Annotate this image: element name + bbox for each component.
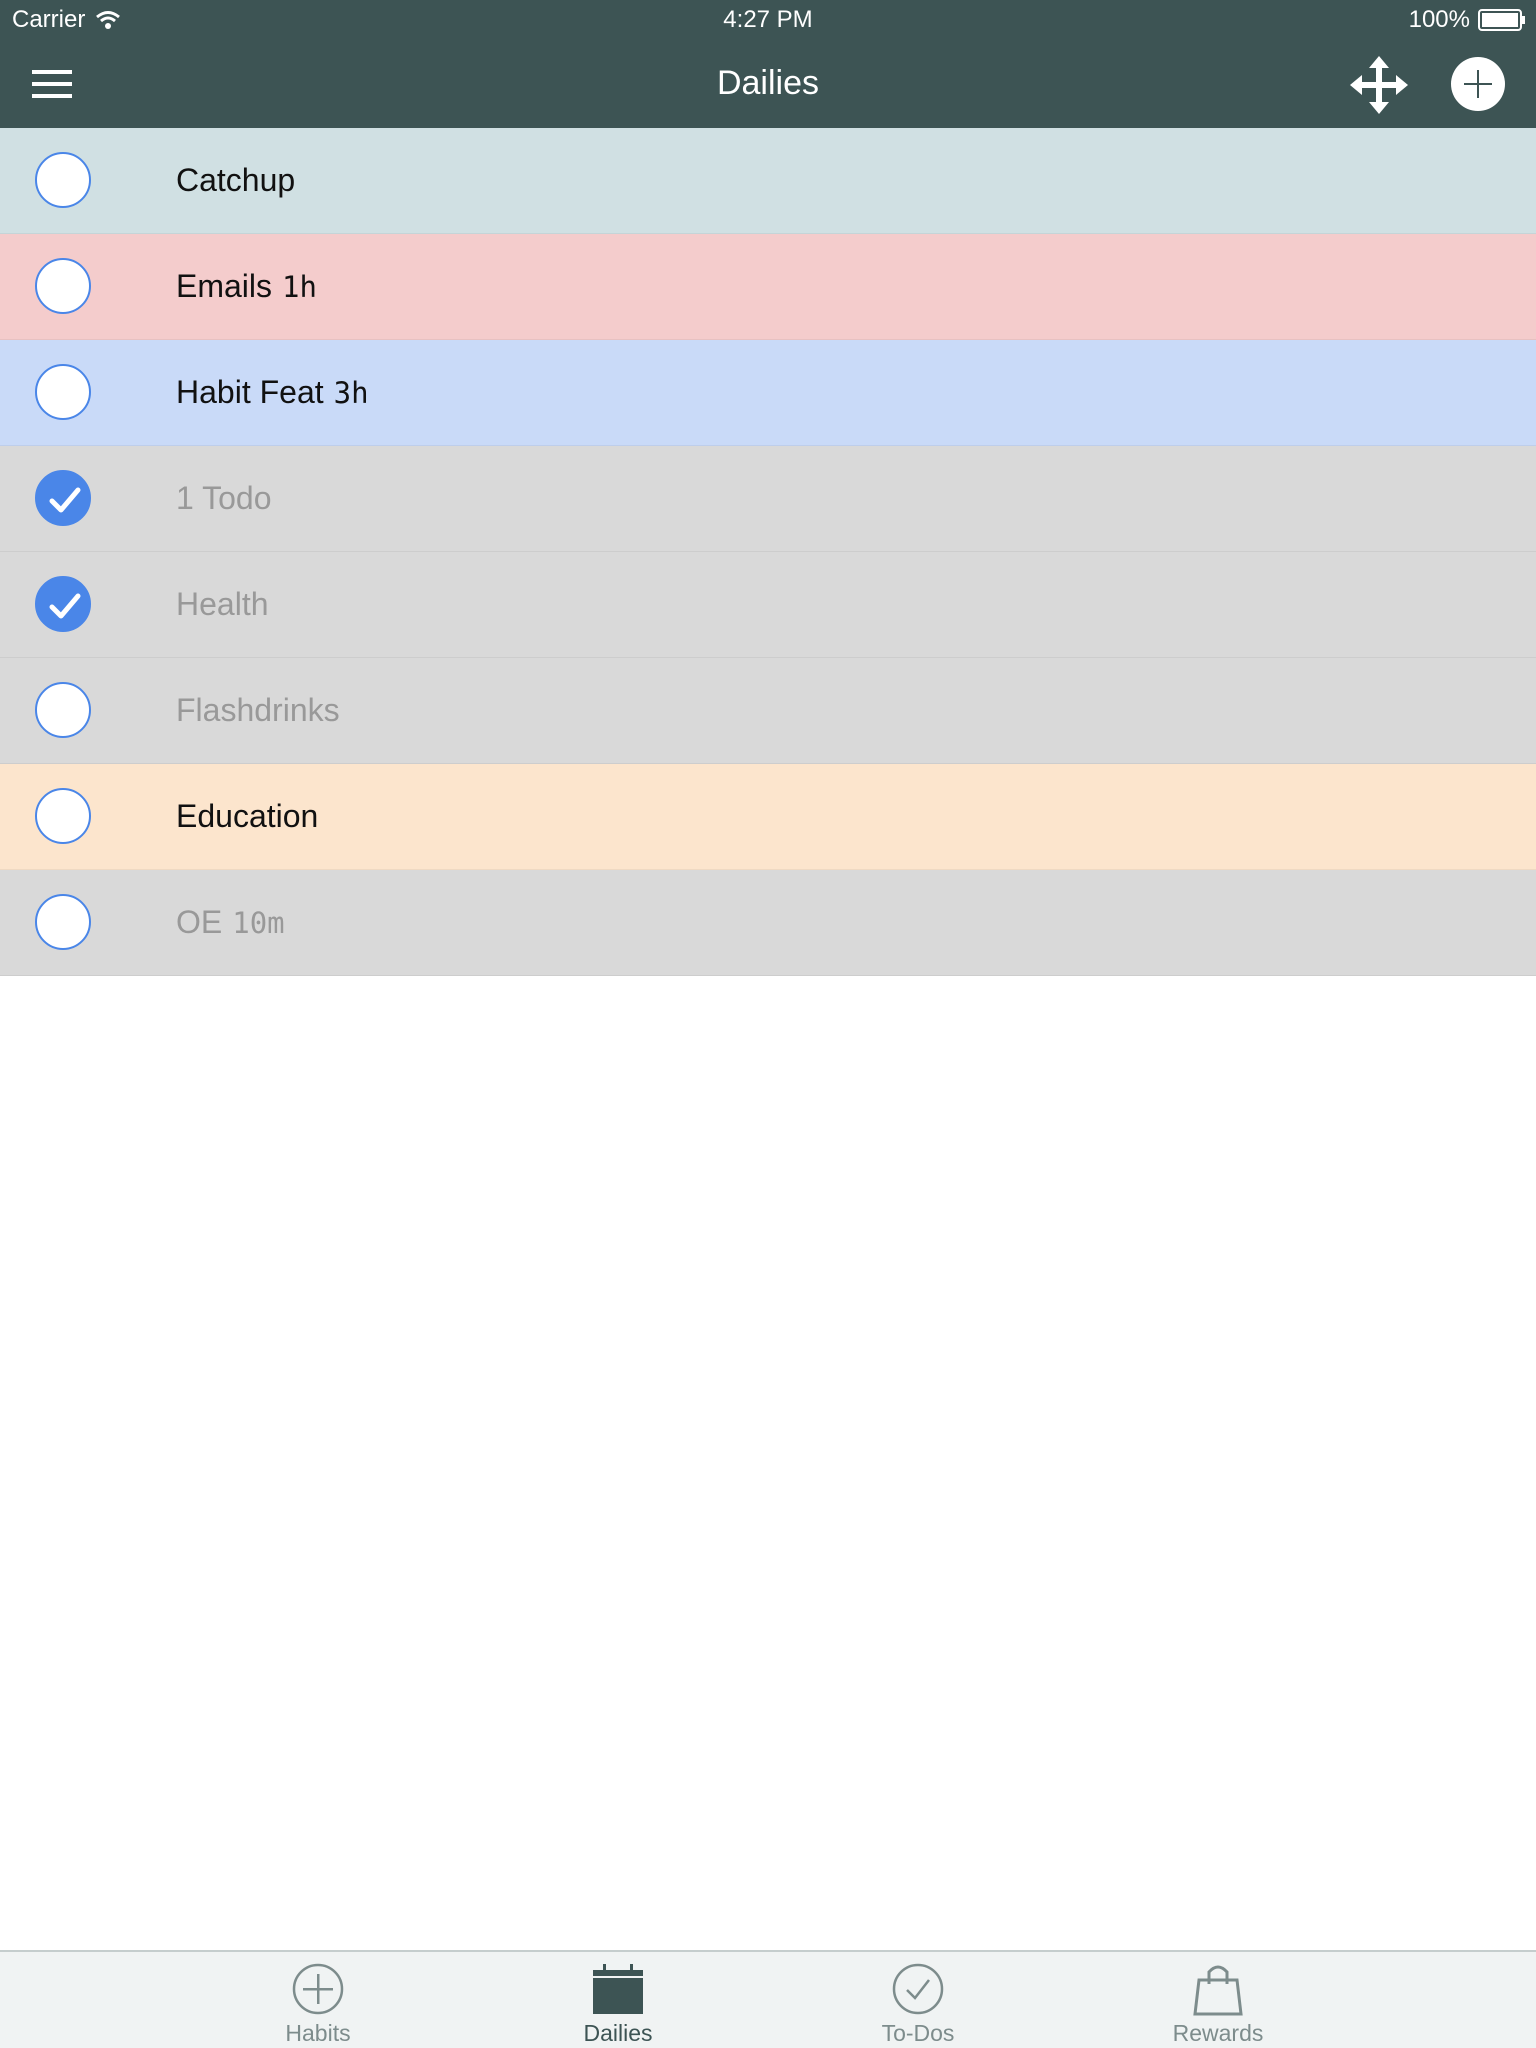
carrier-label: Carrier bbox=[12, 6, 86, 33]
daily-title: Flashdrinks bbox=[176, 692, 340, 728]
checkmark-icon bbox=[49, 593, 81, 619]
daily-row[interactable]: Emails 1h bbox=[0, 234, 1536, 340]
daily-label: Emails 1h bbox=[176, 268, 317, 305]
daily-checkbox[interactable] bbox=[35, 682, 91, 738]
move-arrows-icon bbox=[1350, 56, 1408, 114]
daily-duration: 10m bbox=[232, 906, 285, 940]
plus-circle-icon bbox=[291, 1962, 345, 2016]
add-daily-button[interactable] bbox=[1450, 56, 1506, 112]
tab-rewards[interactable]: Rewards bbox=[1118, 1952, 1318, 2048]
daily-row[interactable]: 1 Todo bbox=[0, 446, 1536, 552]
battery-indicator: 100% bbox=[1409, 6, 1526, 34]
plus-circle-icon bbox=[1451, 57, 1505, 111]
page-title: Dailies bbox=[716, 64, 820, 102]
daily-label: Habit Feat 3h bbox=[176, 374, 369, 411]
dailies-list: Catchup Emails 1h Habit Feat 3h 1 Todo Health F… bbox=[0, 128, 1536, 976]
check-circle-icon bbox=[891, 1962, 945, 2016]
daily-row[interactable]: Flashdrinks bbox=[0, 658, 1536, 764]
calendar-icon bbox=[591, 1962, 645, 2016]
status-time: 4:27 PM bbox=[723, 6, 813, 33]
daily-row[interactable]: OE 10m bbox=[0, 870, 1536, 976]
status-bar: Carrier 4:27 PM 100% bbox=[0, 0, 1536, 40]
daily-label: Flashdrinks bbox=[176, 692, 340, 729]
daily-checkbox[interactable] bbox=[35, 894, 91, 950]
tab-label: To-Dos bbox=[881, 2020, 955, 2046]
daily-checkbox[interactable] bbox=[35, 364, 91, 420]
tab-label: Dailies bbox=[583, 2020, 653, 2046]
daily-row[interactable]: Education bbox=[0, 764, 1536, 870]
menu-button[interactable] bbox=[30, 68, 74, 100]
daily-label: Catchup bbox=[176, 162, 295, 199]
wifi-icon bbox=[96, 11, 121, 29]
daily-duration: 1h bbox=[282, 270, 317, 304]
daily-title: Habit Feat bbox=[176, 374, 324, 410]
carrier-indicator: Carrier bbox=[12, 6, 121, 34]
hamburger-menu-icon bbox=[32, 70, 72, 98]
daily-title: 1 Todo bbox=[176, 480, 272, 516]
daily-label: Education bbox=[176, 798, 318, 835]
daily-checkbox[interactable] bbox=[35, 258, 91, 314]
daily-title: Emails bbox=[176, 268, 273, 304]
checkmark-icon bbox=[49, 487, 81, 513]
daily-checkbox[interactable] bbox=[35, 152, 91, 208]
reorder-button[interactable] bbox=[1350, 56, 1408, 114]
shopping-bag-icon bbox=[1191, 1962, 1245, 2016]
tab-to-dos[interactable]: To-Dos bbox=[818, 1952, 1018, 2048]
daily-row[interactable]: Habit Feat 3h bbox=[0, 340, 1536, 446]
daily-title: Catchup bbox=[176, 162, 296, 198]
daily-duration: 3h bbox=[333, 376, 369, 410]
tab-label: Habits bbox=[285, 2020, 351, 2046]
daily-title: OE bbox=[176, 904, 223, 940]
tab-bar: Habits Dailies To-Dos Rewards bbox=[0, 1950, 1536, 2048]
daily-row[interactable]: Health bbox=[0, 552, 1536, 658]
tab-habits[interactable]: Habits bbox=[218, 1952, 418, 2048]
daily-label: Health bbox=[176, 586, 269, 623]
tab-dailies[interactable]: Dailies bbox=[518, 1952, 718, 2048]
daily-label: OE 10m bbox=[176, 904, 285, 941]
daily-checkbox[interactable] bbox=[35, 788, 91, 844]
battery-icon bbox=[1478, 9, 1525, 31]
tab-label: Rewards bbox=[1172, 2020, 1264, 2046]
daily-checkbox[interactable] bbox=[35, 470, 91, 526]
daily-title: Education bbox=[176, 798, 319, 834]
battery-percent: 100% bbox=[1408, 6, 1470, 33]
navigation-bar: Dailies bbox=[0, 40, 1536, 128]
daily-row[interactable]: Catchup bbox=[0, 128, 1536, 234]
daily-label: 1 Todo bbox=[176, 480, 272, 517]
daily-checkbox[interactable] bbox=[35, 576, 91, 632]
daily-title: Health bbox=[176, 586, 269, 622]
